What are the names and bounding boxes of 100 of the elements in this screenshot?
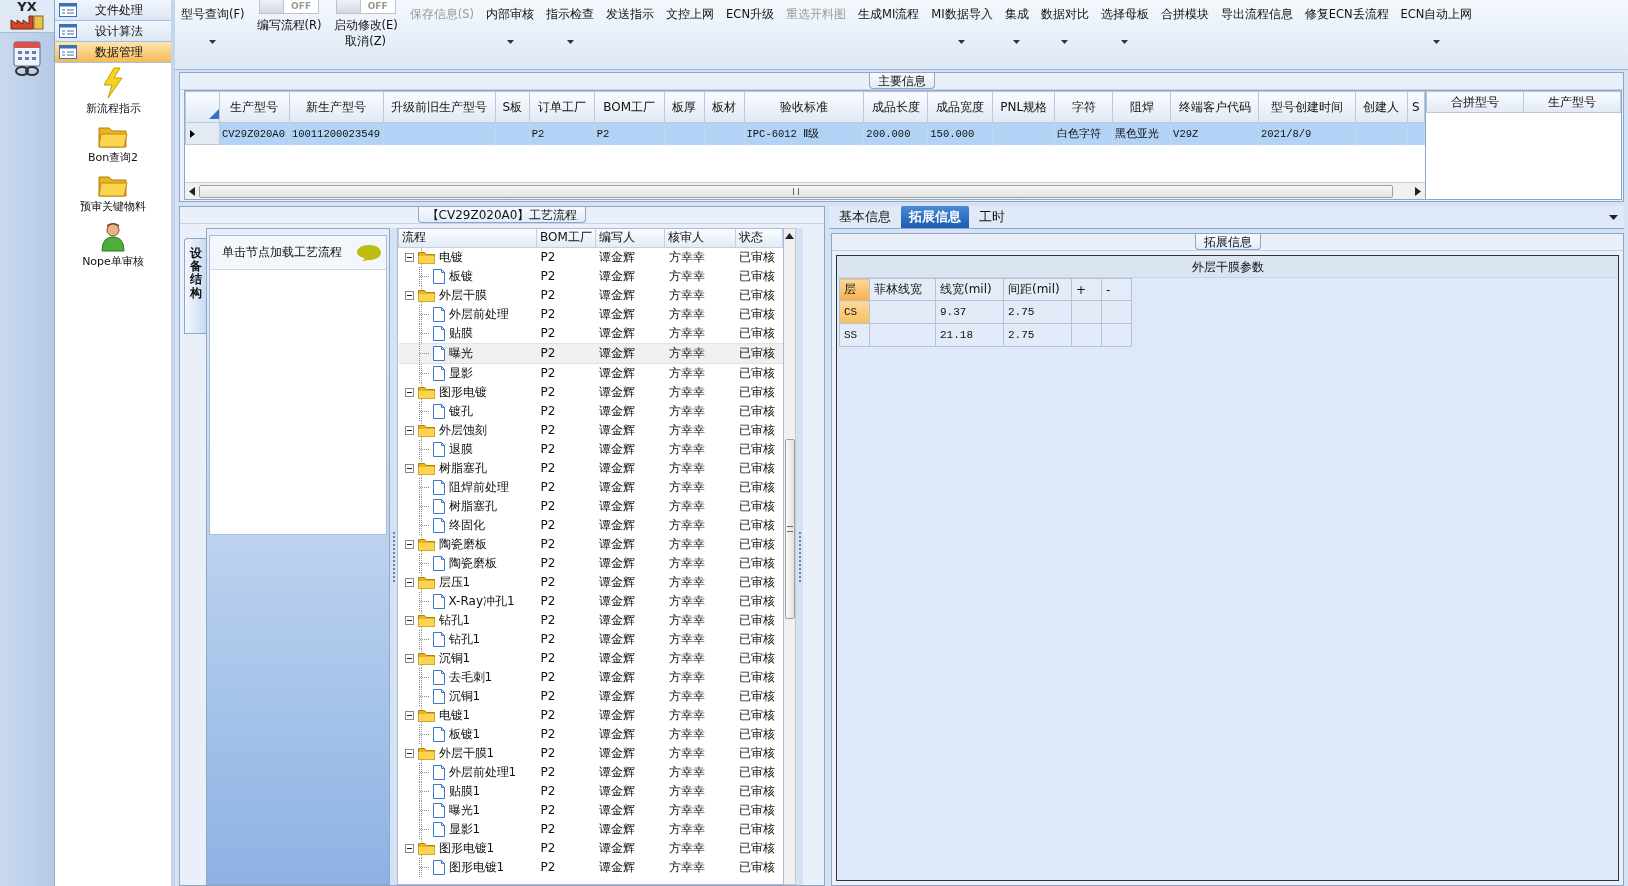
toolbar-button[interactable]: 修复ECN丢流程 (1300, 0, 1393, 22)
shortcut-button[interactable]: Nope单审核 (55, 220, 171, 275)
column-header[interactable]: 层 (839, 278, 870, 301)
table-row[interactable]: CV29Z020A0 10011200023549 P2 P2 IPC-6012 Ⅱ级 200.000 150.000 白色字符 黑色亚光 V29Z 2021/8/9 (185, 122, 1425, 145)
tree-row[interactable]: 图形电镀1 P2 谭金辉 方幸幸 已审核 (398, 857, 783, 877)
horizontal-scrollbar[interactable] (185, 182, 1425, 199)
left-arrow-icon[interactable] (189, 186, 195, 196)
tree-row[interactable]: 外层干膜 P2 谭金辉 方幸幸 已审核 (398, 285, 783, 305)
column-header[interactable]: BOM工厂 (594, 91, 665, 123)
collapse-icon[interactable] (404, 425, 414, 435)
toolbar-button[interactable]: 文控上网 (662, 0, 719, 22)
collapse-icon[interactable] (404, 290, 414, 300)
tree-row[interactable]: 外层前处理 P2 谭金辉 方幸幸 已审核 (398, 304, 783, 324)
nav-item[interactable]: 文件处理 (55, 0, 171, 21)
nav-item[interactable]: 数据管理 (55, 42, 171, 63)
collapse-icon[interactable] (404, 463, 414, 473)
column-header[interactable]: 状态 (735, 229, 783, 247)
column-header[interactable]: 生产型号 (219, 91, 290, 123)
column-header[interactable]: PNL规格 (992, 91, 1055, 123)
column-header[interactable]: 生产型号 (1523, 91, 1621, 113)
collapse-icon[interactable] (404, 710, 414, 720)
tree-row[interactable]: 终固化 P2 谭金辉 方幸幸 已审核 (398, 515, 783, 535)
tree-row[interactable]: 电镀 P2 谭金辉 方幸幸 已审核 (398, 247, 783, 267)
column-header[interactable]: 菲林线宽 (869, 278, 936, 301)
nav-item[interactable]: 设计算法 (55, 21, 171, 42)
column-header[interactable]: 板材 (704, 91, 744, 123)
tree-row[interactable]: 图形电镀1 P2 谭金辉 方幸幸 已审核 (398, 838, 783, 858)
tree-row[interactable]: 树脂塞孔 P2 谭金辉 方幸幸 已审核 (398, 496, 783, 516)
tab[interactable]: 拓展信息 (901, 206, 969, 228)
toolbar-button[interactable]: ECN升级 (722, 0, 778, 22)
toolbar-button[interactable]: 启动修改(E) (329, 14, 402, 33)
tree-row[interactable]: 去毛刺1 P2 谭金辉 方幸幸 已审核 (398, 667, 783, 687)
tree-row[interactable]: 贴膜1 P2 谭金辉 方幸幸 已审核 (398, 781, 783, 801)
column-header[interactable]: 线宽(mil) (935, 278, 1004, 301)
tab[interactable]: 工时 (971, 206, 1013, 228)
collapse-icon[interactable] (404, 387, 414, 397)
column-header[interactable]: 验收标准 (744, 91, 864, 123)
column-header[interactable]: 终端客户代码 (1170, 91, 1259, 123)
tree-row[interactable]: 曝光1 P2 谭金辉 方幸幸 已审核 (398, 800, 783, 820)
tree-row[interactable]: 贴膜 P2 谭金辉 方幸幸 已审核 (398, 323, 783, 343)
collapse-icon[interactable] (404, 748, 414, 758)
toolbar-button[interactable]: 合拼模块 (1156, 0, 1213, 22)
tree-row[interactable]: 外层蚀刻 P2 谭金辉 方幸幸 已审核 (398, 420, 783, 440)
column-header[interactable]: 核审人 (664, 229, 736, 247)
column-header[interactable]: 成品长度 (863, 91, 928, 123)
toolbar-button[interactable]: 内部审核 (482, 0, 539, 44)
toolbar-button[interactable]: 取消(Z) (341, 33, 391, 49)
table-cell[interactable]: CS (839, 300, 870, 324)
toolbar-button[interactable]: MI数据导入 (927, 0, 997, 44)
tree-row[interactable]: 层压1 P2 谭金辉 方幸幸 已审核 (398, 572, 783, 592)
collapse-icon[interactable] (404, 653, 414, 663)
column-header[interactable]: 流程 (398, 229, 537, 247)
toolbar-button[interactable]: 数据对比 (1036, 0, 1093, 44)
column-header[interactable]: 编写人 (595, 229, 665, 247)
tab[interactable]: 基本信息 (831, 206, 899, 228)
vertical-scrollbar[interactable] (784, 228, 796, 885)
toolbar-button[interactable]: 导出流程信息 (1216, 0, 1297, 22)
tree-row[interactable]: 树脂塞孔 P2 谭金辉 方幸幸 已审核 (398, 458, 783, 478)
column-header[interactable]: 成品宽度 (927, 91, 993, 123)
tree-row[interactable]: 外层干膜1 P2 谭金辉 方幸幸 已审核 (398, 743, 783, 763)
collapse-icon[interactable] (404, 843, 414, 853)
tree-row[interactable]: 外层前处理1 P2 谭金辉 方幸幸 已审核 (398, 762, 783, 782)
tree-row[interactable]: 阻焊前处理 P2 谭金辉 方幸幸 已审核 (398, 477, 783, 497)
column-header[interactable]: 字符 (1054, 91, 1113, 123)
toolbar-button[interactable]: 发送指示 (602, 0, 659, 22)
column-header[interactable]: 板厚 (664, 91, 705, 123)
toolbar-button[interactable]: 型号查询(F) (177, 0, 249, 44)
tree-row[interactable]: X-Ray冲孔1 P2 谭金辉 方幸幸 已审核 (398, 591, 783, 611)
shortcut-button[interactable]: Bon查询2 (55, 122, 171, 171)
toolbar-button[interactable]: 生成MI流程 (854, 0, 924, 22)
column-header[interactable]: 新生产型号 (289, 91, 384, 123)
tree-row[interactable]: 板镀 P2 谭金辉 方幸幸 已审核 (398, 266, 783, 286)
table-cell[interactable]: SS (839, 323, 870, 347)
tree-row[interactable]: 钻孔1 P2 谭金辉 方幸幸 已审核 (398, 610, 783, 630)
caret-icon[interactable] (1609, 214, 1618, 220)
collapse-icon[interactable] (404, 539, 414, 549)
tree-row[interactable]: 陶瓷磨板 P2 谭金辉 方幸幸 已审核 (398, 553, 783, 573)
column-header[interactable]: 阻焊 (1112, 91, 1171, 123)
column-header[interactable]: + (1071, 278, 1102, 301)
toolbar-button[interactable]: ECN自动上网 (1396, 0, 1477, 44)
column-header[interactable]: - (1101, 278, 1132, 301)
collapse-icon[interactable] (404, 252, 414, 262)
shortcut-button[interactable]: 新流程指示 (55, 65, 171, 122)
tree-row[interactable]: 电镀1 P2 谭金辉 方幸幸 已审核 (398, 705, 783, 725)
toolbar-button[interactable]: 指示检查 (542, 0, 599, 44)
tree-row[interactable]: 沉铜1 P2 谭金辉 方幸幸 已审核 (398, 686, 783, 706)
side-tab[interactable]: 设备结构 (184, 238, 206, 334)
column-header[interactable]: 合拼型号 (1426, 91, 1524, 113)
right-arrow-icon[interactable] (1415, 186, 1421, 196)
tree-row[interactable]: 图形电镀 P2 谭金辉 方幸幸 已审核 (398, 382, 783, 402)
column-header[interactable]: S板 (495, 91, 530, 123)
tree-row[interactable]: 沉铜1 P2 谭金辉 方幸幸 已审核 (398, 648, 783, 668)
toolbar-button[interactable]: 编写流程(R) (252, 14, 326, 33)
collapse-icon[interactable] (404, 577, 414, 587)
column-header[interactable]: BOM工厂 (536, 229, 596, 247)
toolbar-button[interactable]: 选择母板 (1096, 0, 1153, 44)
tree-row[interactable]: 显影 P2 谭金辉 方幸幸 已审核 (398, 363, 783, 383)
column-header[interactable]: 型号创建时间 (1258, 91, 1356, 123)
collapse-icon[interactable] (404, 615, 414, 625)
column-header[interactable]: 订单工厂 (529, 91, 595, 123)
